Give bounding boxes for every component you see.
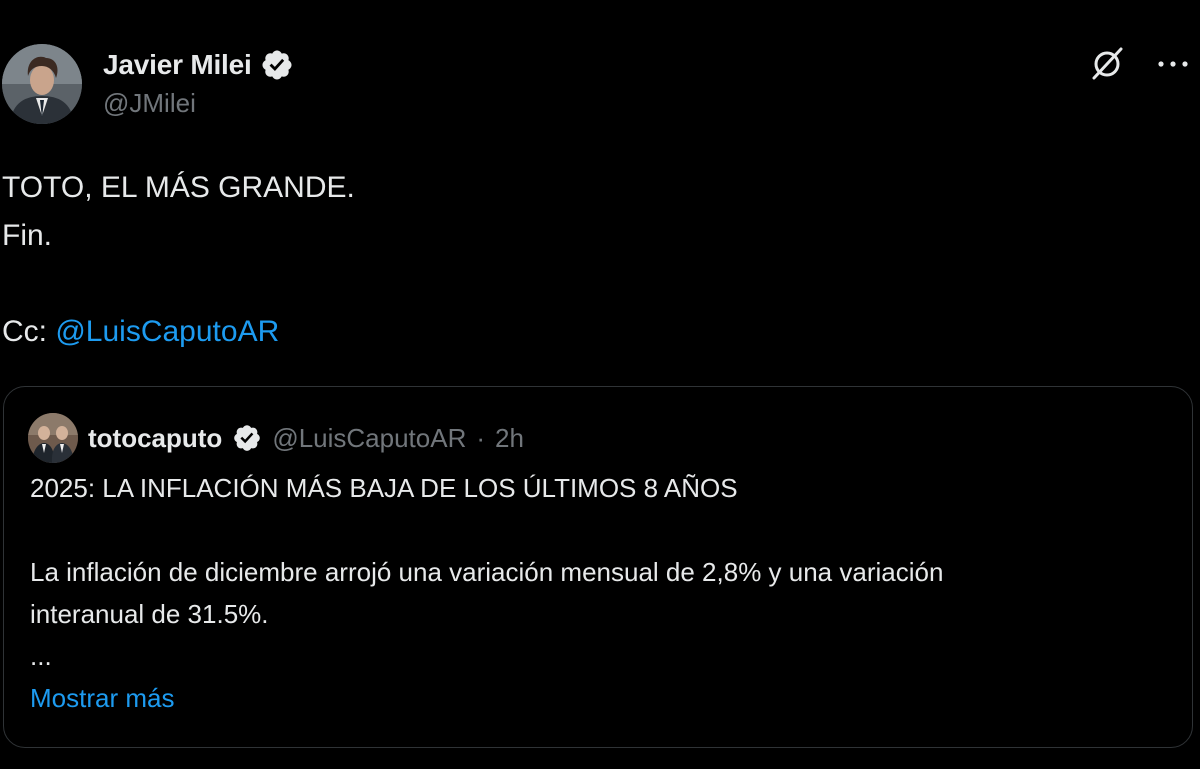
quoted-tweet-ellipsis: ... [30,641,52,671]
quoted-header-separator: · [476,422,486,453]
tweet-top-actions [1088,44,1190,87]
tweet-text-cc-line: Cc: @LuisCaputoAR [2,308,355,356]
quoted-tweet-card[interactable]: totocaputo @LuisCaputoAR · 2h 2025: LA I… [3,386,1193,748]
grok-icon[interactable] [1088,44,1126,87]
quoted-verified-badge-icon[interactable] [232,423,262,453]
quoted-author-handle[interactable]: @LuisCaputoAR [272,423,466,454]
quoted-tweet-blank-line [30,509,1170,551]
quoted-tweet-body: 2025: LA INFLACIÓN MÁS BAJA DE LOS ÚLTIM… [30,467,1170,719]
tweet: Javier Milei @JMilei TOTO, EL MÁS GRANDE… [0,0,1200,769]
show-more-link[interactable]: Mostrar más [30,677,174,719]
mention-link[interactable]: @LuisCaputoAR [55,315,279,348]
verified-badge-icon[interactable] [260,48,294,82]
quoted-avatar-photo-icon [28,413,78,463]
quoted-tweet-header: totocaputo @LuisCaputoAR · 2h [28,413,524,463]
tweet-text: TOTO, EL MÁS GRANDE. Fin. Cc: @LuisCaput… [2,164,355,356]
author-handle[interactable]: @JMilei [103,88,294,119]
author-display-name[interactable]: Javier Milei [103,49,252,81]
author-avatar[interactable] [2,44,82,124]
cc-prefix: Cc: [2,315,56,348]
avatar-photo-icon [2,44,82,124]
quoted-author-avatar[interactable] [28,413,78,463]
quoted-author-display-name[interactable]: totocaputo [88,423,222,454]
more-options-icon[interactable] [1156,57,1190,75]
author-name-row: Javier Milei [103,46,294,84]
quoted-tweet-body-line-2: interanual de 31.5%. [30,599,269,629]
quoted-tweet-timestamp[interactable]: 2h [495,423,524,454]
tweet-text-line-1: TOTO, EL MÁS GRANDE. [2,171,355,204]
author-block: Javier Milei @JMilei [103,46,294,119]
tweet-text-line-2: Fin. [2,219,53,252]
quoted-tweet-body-line-1: La inflación de diciembre arrojó una var… [30,557,944,587]
quoted-tweet-headline: 2025: LA INFLACIÓN MÁS BAJA DE LOS ÚLTIM… [30,473,738,503]
